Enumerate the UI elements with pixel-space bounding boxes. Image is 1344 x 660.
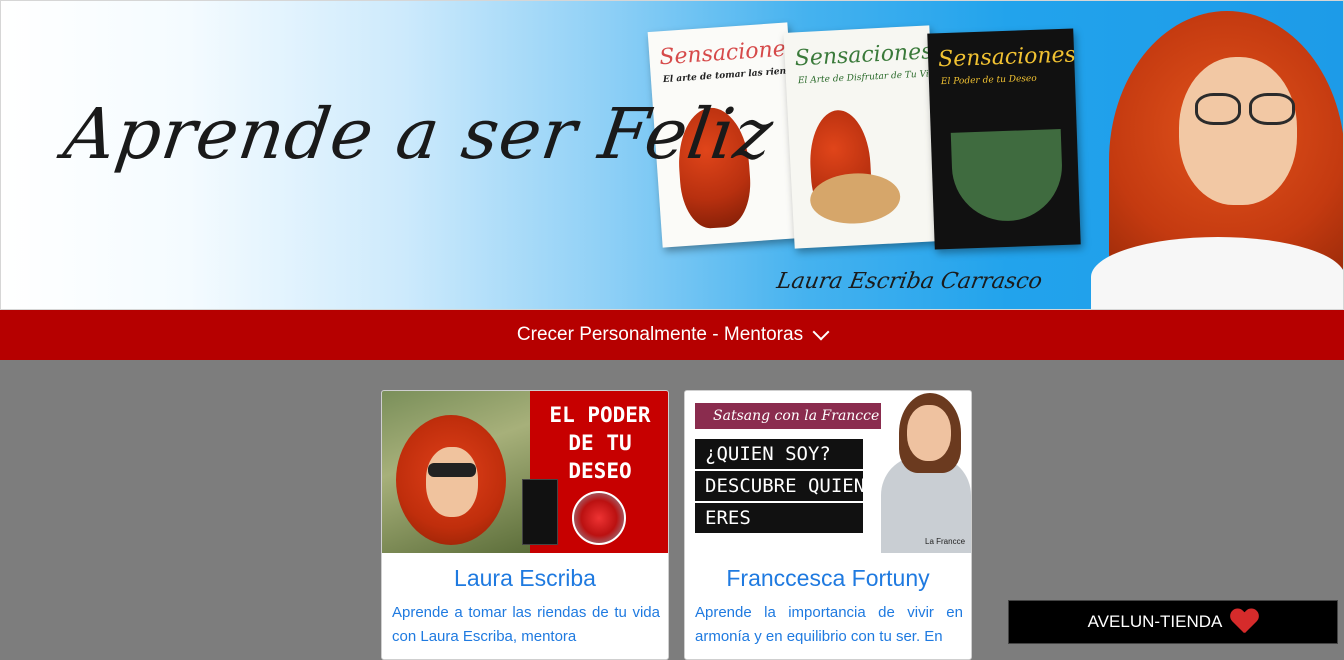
hero-title: Aprende a ser Feliz xyxy=(59,93,779,175)
heart-balloon-icon xyxy=(572,491,626,545)
mentor-description: Aprende la importancia de vivir en armon… xyxy=(695,604,963,645)
book-illustration xyxy=(950,129,1064,223)
category-label: Crecer Personalmente - Mentoras xyxy=(516,324,804,345)
book-title: Sensaciones xyxy=(794,39,934,72)
mentor-image[interactable]: Satsang con la Francce ¿QUIEN SOY? DESCU… xyxy=(685,391,971,553)
mentor-image[interactable]: EL PODER DE TU DESEO xyxy=(382,391,668,553)
shop-button[interactable]: AVELUN-TIENDA xyxy=(1008,600,1338,644)
mentor-image-line: ERES xyxy=(695,503,863,533)
heart-icon xyxy=(1230,609,1258,635)
mentor-image-line: DESCUBRE QUIEN xyxy=(695,471,865,501)
book-subtitle: El Arte de Disfrutar de Tu Vida xyxy=(797,68,941,87)
mentor-image-line: ¿QUIEN SOY? xyxy=(695,439,863,469)
author-portrait-shirt xyxy=(1091,237,1343,309)
mentor-image-banner: Satsang con la Francce xyxy=(695,403,881,429)
book-icon xyxy=(522,479,558,545)
mentor-name-link[interactable]: Laura Escriba xyxy=(382,565,668,592)
glasses-illustration xyxy=(1191,93,1299,127)
mentor-card[interactable]: EL PODER DE TU DESEO Laura Escriba Apren… xyxy=(381,390,669,660)
book-title: Sensaciones xyxy=(937,42,1077,73)
book-cover-2: Sensaciones El Arte de Disfrutar de Tu V… xyxy=(783,25,941,249)
author-signature: Laura Escriba Carrasco xyxy=(774,269,1045,294)
mentor-description: Aprende a tomar las riendas de tu vida c… xyxy=(392,604,660,645)
mentor-card[interactable]: Satsang con la Francce ¿QUIEN SOY? DESCU… xyxy=(684,390,972,660)
brand-logo: La Francce xyxy=(925,537,966,546)
mentor-image-caption: EL PODER DE TU DESEO xyxy=(549,403,651,483)
author-portrait-face xyxy=(1179,57,1297,205)
shop-button-label: AVELUN-TIENDA xyxy=(1087,612,1223,631)
book-subtitle: El Poder de tu Deseo xyxy=(940,73,1037,88)
book-cover-3: Sensaciones El Poder de tu Deseo xyxy=(927,28,1081,250)
category-dropdown[interactable]: Crecer Personalmente - Mentoras xyxy=(0,310,1344,360)
chevron-down-icon xyxy=(812,323,830,341)
mentor-name-link[interactable]: Franccesca Fortuny xyxy=(685,565,971,592)
header-banner: Sensaciones El arte de tomar las riendas… xyxy=(0,0,1344,310)
book-title: Sensaciones xyxy=(658,35,798,71)
